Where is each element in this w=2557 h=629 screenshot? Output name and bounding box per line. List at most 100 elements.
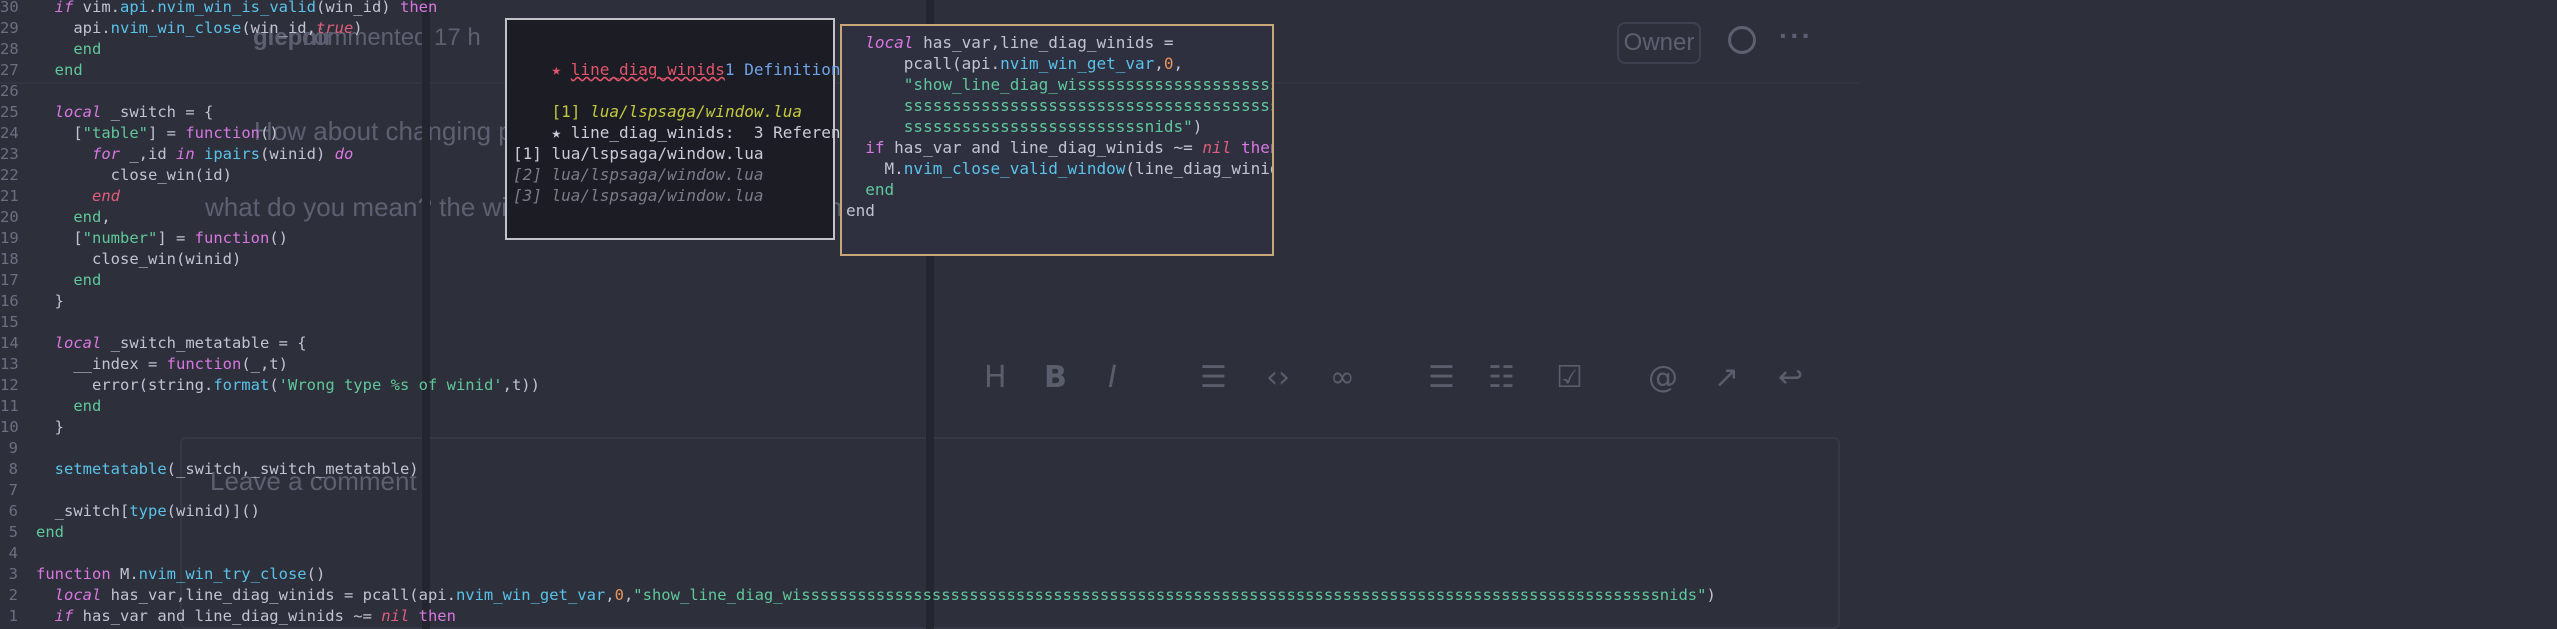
code-token: close_win(winid) [36,250,242,268]
preview-token: sssssssssssssssssssssssssnids" [846,117,1193,136]
code-token: end [36,397,102,415]
code-token: do [334,145,354,163]
code-token: has_var,line_diag_winids = pcall(api. [101,586,456,604]
code-token: if [36,607,74,625]
code-token: _switch = { [101,103,214,121]
code-token: [ [36,124,83,142]
code-token: ipairs [204,145,261,163]
code-line[interactable]: 17 end [0,270,1700,291]
code-line[interactable]: 15 [0,312,1700,333]
code-token: } [36,418,64,436]
code-token: "table" [82,124,148,142]
code-token: , [623,586,634,604]
code-line[interactable]: 7 [0,480,1700,501]
line-content: setmetatable(_switch,_switch_metatable) [36,459,419,480]
code-line[interactable]: 4 [0,543,1700,564]
line-content: end [36,396,101,417]
line-content: close_win(id) [36,165,232,186]
code-token: in [176,145,195,163]
preview-token [1231,138,1241,157]
code-line[interactable]: 6 _switch[type(winid)]() [0,501,1700,522]
code-line[interactable]: 13 __index = function(_,t) [0,354,1700,375]
line-content: _switch[type(winid)]() [36,501,260,522]
line-content: function M.nvim_win_try_close() [36,564,325,585]
reference-entry-1[interactable]: [1] lua/lspsaga/window.lua [513,143,763,164]
preview-token: if [846,138,885,157]
code-token: _,id [120,145,176,163]
preview-token: nvim_win_get_var [1000,54,1155,73]
code-token: nvim_win_try_close [138,565,307,583]
code-line[interactable]: 9 [0,438,1700,459]
line-number: 29 [0,19,19,37]
preview-token: "show_line_diag_wissssssssssssssssssssss… [846,75,1274,94]
code-token: local [36,586,102,604]
preview-line: end [846,179,894,200]
reference-entry-3[interactable]: [3] lua/lspsaga/window.lua [513,185,763,206]
line-content: if has_var and line_diag_winids ~= nil t… [36,606,456,627]
code-token: (win_id) [315,0,400,16]
preview-line: end [846,200,875,221]
code-line[interactable]: 8 setmetatable(_switch,_switch_metatable… [0,459,1700,480]
code-token: , [101,208,111,226]
code-token: ( [269,376,279,394]
reply-icon[interactable]: ↩ [1778,360,1803,395]
code-token: (_switch,_switch_metatable) [166,460,419,478]
line-number: 16 [0,292,19,310]
line-number: 6 [8,502,18,520]
code-token: function [36,565,111,583]
code-token: M. [110,565,139,583]
preview-line: ssssssssssssssssssssssssssssssssssssssss… [846,95,1272,116]
code-line[interactable]: 30 if vim.api.nvim_win_is_valid(win_id) … [0,0,1700,18]
code-line[interactable]: 16 } [0,291,1700,312]
line-content: __index = function(_,t) [36,354,288,375]
preview-token: nil [1202,138,1232,157]
line-number: 24 [0,124,19,142]
code-token: end [36,61,83,79]
code-token: "show_line_diag_wissssssssssssssssssssss… [633,586,1707,604]
code-line[interactable]: 11 end [0,396,1700,417]
lspsaga-preview-popup: local has_var,line_diag_winids = pcall(a… [840,24,1274,256]
code-token: close_win(id) [36,166,232,184]
code-token: true [315,19,354,37]
code-line[interactable]: 12 error(string.format('Wrong type %s of… [0,375,1700,396]
code-token: local [36,103,102,121]
line-content: for _,id in ipairs(winid) do [36,144,353,165]
finder-symbol: line_diag_winids [570,60,725,79]
emoji-reaction-icon[interactable] [1728,26,1756,54]
code-line[interactable]: 3 function M.nvim_win_try_close() [0,564,1700,585]
code-token: vim. [82,0,120,16]
code-line[interactable]: 5 end [0,522,1700,543]
code-token: 0 [614,586,624,604]
code-token: end [36,523,64,541]
code-token: () [259,124,279,142]
line-content: end [36,39,101,60]
code-token: __index = [36,355,167,373]
line-number: 23 [0,145,19,163]
more-options-icon[interactable]: ··· [1779,20,1813,52]
reference-entry-2[interactable]: [2] lua/lspsaga/window.lua [513,164,763,185]
code-token: } [36,292,64,310]
preview-token: has_var and line_diag_winids ~= [884,138,1203,157]
line-number: 18 [0,250,19,268]
line-content: local _switch_metatable = { [36,333,307,354]
line-number: 13 [0,355,19,373]
code-line[interactable]: 14 local _switch_metatable = { [0,333,1700,354]
line-number: 17 [0,271,19,289]
line-number: 3 [8,565,18,583]
code-token: nvim_win_close [110,19,242,37]
preview-token: ) [1192,117,1203,136]
star-icon: ★ [551,60,571,79]
code-token: (winid) [260,145,335,163]
code-line[interactable]: 2 local has_var,line_diag_winids = pcall… [0,585,1716,606]
code-line[interactable]: 10 } [0,417,1700,438]
code-token: then [418,607,456,625]
line-number: 26 [0,82,19,100]
code-token: nvim_win_is_valid [157,0,316,16]
reference-icon[interactable]: ↗ [1714,360,1739,395]
line-content: if vim.api.nvim_win_is_valid(win_id) the… [36,0,438,18]
code-line[interactable]: 1 if has_var and line_diag_winids ~= nil… [0,606,1700,627]
code-token: end [36,187,120,205]
line-number: 25 [0,103,19,121]
code-token: , [605,586,615,604]
